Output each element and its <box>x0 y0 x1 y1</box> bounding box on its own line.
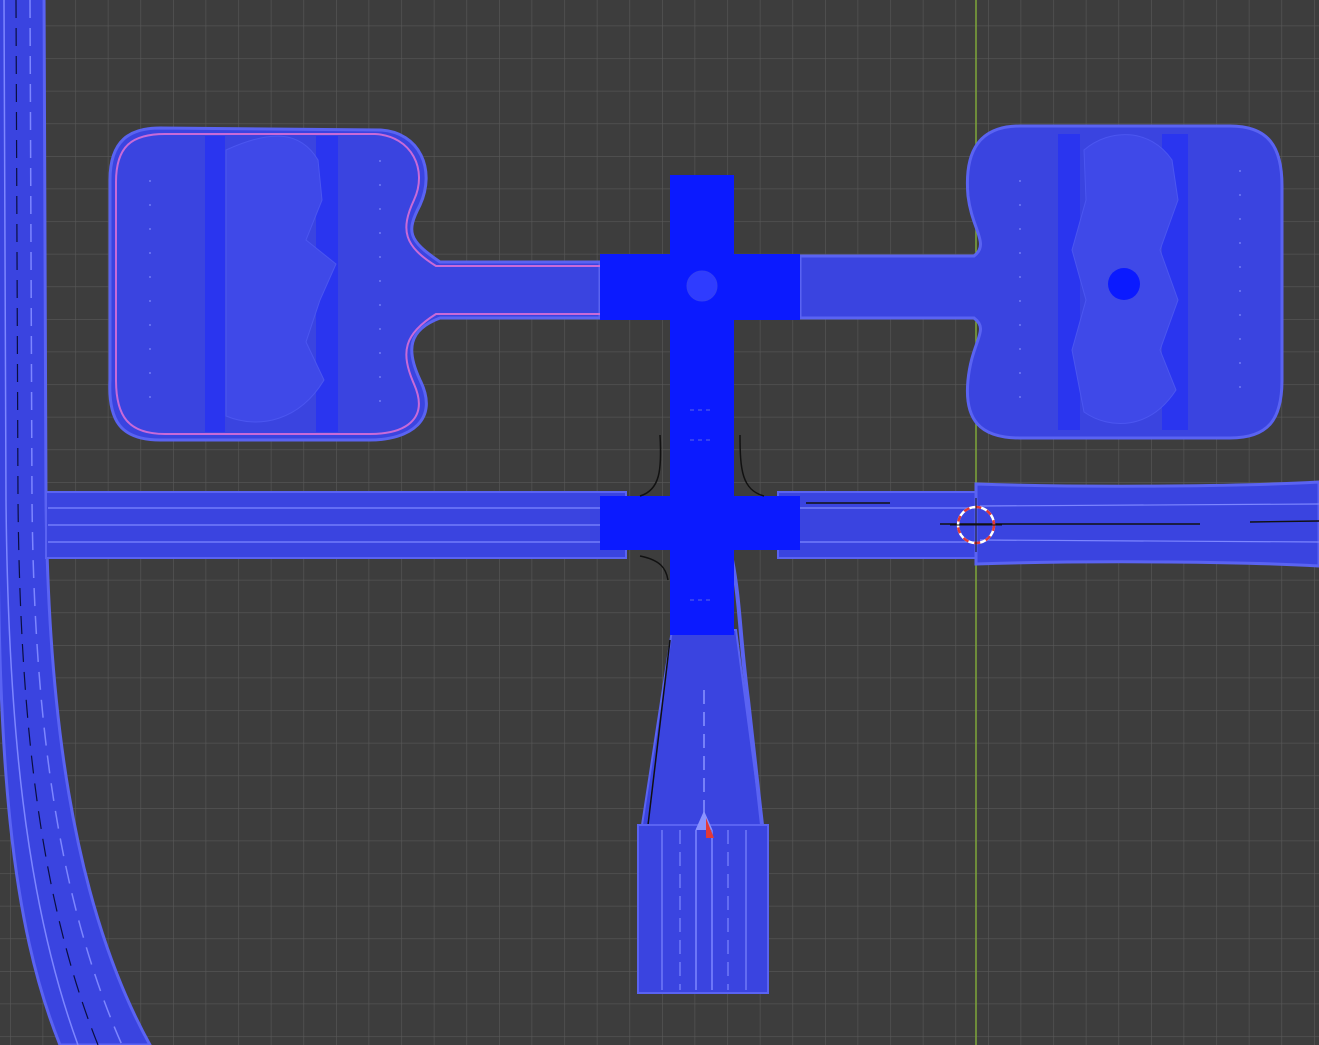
scene-canvas[interactable] <box>0 0 1319 1045</box>
3d-viewport[interactable] <box>0 0 1319 1045</box>
south-ramp[interactable] <box>637 810 769 994</box>
